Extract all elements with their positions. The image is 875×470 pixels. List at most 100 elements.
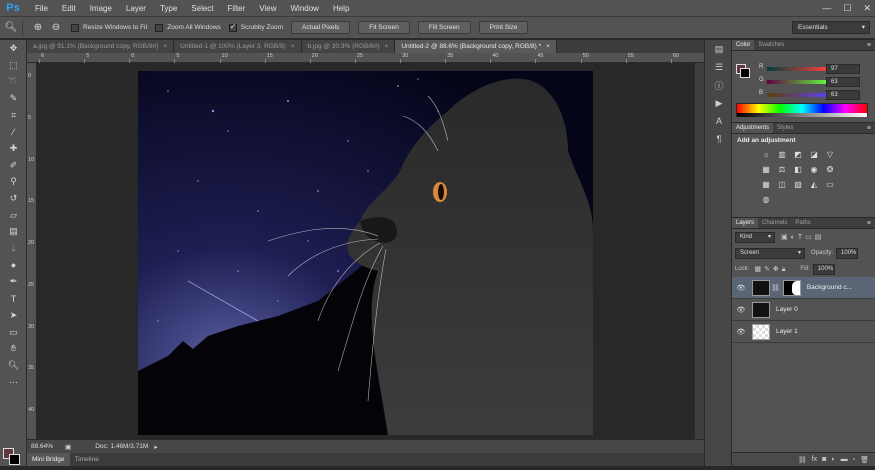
healing-brush-tool-icon[interactable]: ✚	[0, 140, 27, 157]
fill-input[interactable]: 100%	[812, 263, 835, 275]
info-panel-icon[interactable]: ⓘ	[705, 76, 733, 94]
blur-tool-icon[interactable]: 💧︎	[0, 240, 27, 257]
print-size-button[interactable]: Print Size	[478, 21, 529, 34]
hand-tool-icon[interactable]: ✋︎	[0, 340, 27, 357]
curves-icon[interactable]: ◩	[792, 149, 804, 161]
exposure-icon[interactable]: ◪	[808, 149, 820, 161]
zoom-all-windows-checkbox[interactable]: Zoom All Windows	[155, 23, 221, 32]
document-image[interactable]	[138, 71, 593, 435]
tab-paths[interactable]: Paths	[791, 218, 814, 228]
color-swatches[interactable]	[3, 448, 25, 470]
slider-track[interactable]	[767, 67, 829, 71]
threshold-icon[interactable]: ◭	[808, 179, 820, 191]
menu-file[interactable]: File	[28, 0, 55, 17]
eyedropper-tool-icon[interactable]: ⁄	[0, 123, 27, 140]
invert-icon[interactable]: ◫	[776, 179, 788, 191]
channel-value-input[interactable]: 97	[826, 64, 860, 74]
crop-tool-icon[interactable]: ⌗	[0, 107, 27, 124]
channel-value-input[interactable]: 63	[826, 90, 860, 100]
photo-filter-icon[interactable]: ◉	[808, 164, 820, 176]
tab-channels[interactable]: Channels	[758, 218, 791, 228]
background-color[interactable]	[9, 454, 20, 465]
visibility-eye-icon[interactable]: 👁︎	[732, 328, 750, 336]
menu-select[interactable]: Select	[184, 0, 220, 17]
checkbox-box[interactable]	[155, 23, 164, 32]
resize-windows-checkbox[interactable]: Resize Windows to Fit	[71, 23, 147, 32]
character-panel-icon[interactable]: A	[705, 112, 733, 130]
blend-mode-select[interactable]: Screen	[735, 247, 805, 259]
zoom-in-icon[interactable]: ⊕	[31, 21, 45, 35]
status-info-icon[interactable]: ▣	[65, 443, 71, 451]
horizontal-ruler[interactable]: 6 5 0 5 10 15 20 25 30 35 40 45 50 55 60	[27, 53, 704, 63]
panel-menu-icon[interactable]: ≡	[867, 40, 871, 51]
properties-panel-icon[interactable]: ☰	[705, 58, 733, 76]
gradient-tool-icon[interactable]: ▤	[0, 224, 27, 241]
history-panel-icon[interactable]: ▤	[705, 40, 733, 58]
move-tool-icon[interactable]: ✥	[0, 40, 27, 57]
more-tools-icon[interactable]: ⋯	[0, 374, 27, 391]
minimize-button[interactable]: —	[822, 0, 831, 17]
history-brush-tool-icon[interactable]: ↺	[0, 190, 27, 207]
quick-selection-tool-icon[interactable]: ✎	[0, 90, 27, 107]
menu-type[interactable]: Type	[153, 0, 184, 17]
menu-filter[interactable]: Filter	[221, 0, 253, 17]
close-tab-icon[interactable]: ×	[291, 43, 295, 50]
menu-layer[interactable]: Layer	[119, 0, 153, 17]
rectangle-tool-icon[interactable]: ▭	[0, 324, 27, 341]
doc-tab-untitled-1[interactable]: Untitled-1 @ 100% (Layer 3, RGB/8) ×	[174, 40, 302, 53]
menu-help[interactable]: Help	[326, 0, 356, 17]
black-white-icon[interactable]: ◧	[792, 164, 804, 176]
close-tab-icon[interactable]: ×	[546, 43, 550, 50]
slider-track[interactable]	[767, 93, 829, 97]
close-button[interactable]: ✕	[863, 0, 871, 17]
filter-icons[interactable]: ▣◐T▭▤	[781, 233, 824, 241]
type-tool-icon[interactable]: T	[0, 290, 27, 307]
tab-color[interactable]: Color	[732, 40, 755, 50]
maximize-button[interactable]: ☐	[843, 0, 851, 17]
layer-0[interactable]: 👁︎ Layer 0	[732, 299, 875, 321]
new-group-icon[interactable]: ▬	[841, 456, 848, 463]
red-channel-slider[interactable]: R 97	[759, 64, 869, 74]
levels-icon[interactable]: ▥	[776, 149, 788, 161]
pen-tool-icon[interactable]: ✒	[0, 274, 27, 291]
dodge-tool-icon[interactable]: ●	[0, 257, 27, 274]
layer-mask-thumbnail[interactable]	[782, 279, 801, 296]
layer-1[interactable]: 👁︎ Layer 1	[732, 321, 875, 343]
eraser-tool-icon[interactable]: ▱	[0, 207, 27, 224]
color-lookup-icon[interactable]: ▦	[760, 179, 772, 191]
zoom-tool-icon[interactable]: 🔍︎	[0, 357, 27, 374]
hue-saturation-icon[interactable]: ▦	[760, 164, 772, 176]
layer-kind-filter[interactable]: Kind	[735, 231, 775, 243]
mask-link-icon[interactable]: ⛓	[771, 284, 780, 292]
brush-tool-icon[interactable]: ✐	[0, 157, 27, 174]
close-tab-icon[interactable]: ×	[385, 43, 389, 50]
doc-tab-a-jpg[interactable]: a.jpg @ 91.1% (Background copy, RGB/8#) ×	[27, 40, 175, 53]
checkbox-box[interactable]	[71, 23, 79, 32]
color-spectrum-bar[interactable]	[736, 103, 868, 117]
vertical-ruler[interactable]: 0 5 10 15 20 25 30 35 40	[27, 63, 37, 439]
status-menu-arrow-icon[interactable]: ▸	[154, 443, 157, 451]
color-balance-icon[interactable]: ⚖	[776, 164, 788, 176]
panel-menu-icon[interactable]: ≡	[867, 218, 871, 229]
fit-screen-button[interactable]: Fit Screen	[358, 21, 410, 34]
vibrance-icon[interactable]: ▽	[824, 149, 836, 161]
blue-channel-slider[interactable]: B 63	[759, 90, 869, 100]
path-selection-tool-icon[interactable]: ➤	[0, 307, 27, 324]
scrubby-zoom-checkbox[interactable]: Scrubby Zoom	[228, 22, 283, 32]
gradient-map-icon[interactable]: ▭	[824, 179, 836, 191]
visibility-eye-icon[interactable]: 👁︎	[732, 284, 750, 292]
add-mask-icon[interactable]: ◙	[822, 456, 826, 463]
channel-mixer-icon[interactable]: ❂	[824, 164, 836, 176]
vertical-scrollbar[interactable]	[694, 63, 704, 439]
selective-color-icon[interactable]: ◍	[760, 194, 772, 206]
channel-value-input[interactable]: 63	[826, 77, 860, 87]
actions-panel-icon[interactable]: ▶	[705, 94, 733, 112]
brightness-icon[interactable]: ☼	[760, 149, 772, 161]
tab-timeline[interactable]: Timeline	[70, 453, 104, 466]
opacity-input[interactable]: 100%	[836, 247, 859, 259]
posterize-icon[interactable]: ▧	[792, 179, 804, 191]
layer-background-copy[interactable]: 👁︎ ⛓ Background c...	[732, 277, 875, 299]
menu-view[interactable]: View	[252, 0, 283, 17]
menu-image[interactable]: Image	[83, 0, 119, 17]
paragraph-panel-icon[interactable]: ¶	[705, 130, 733, 148]
